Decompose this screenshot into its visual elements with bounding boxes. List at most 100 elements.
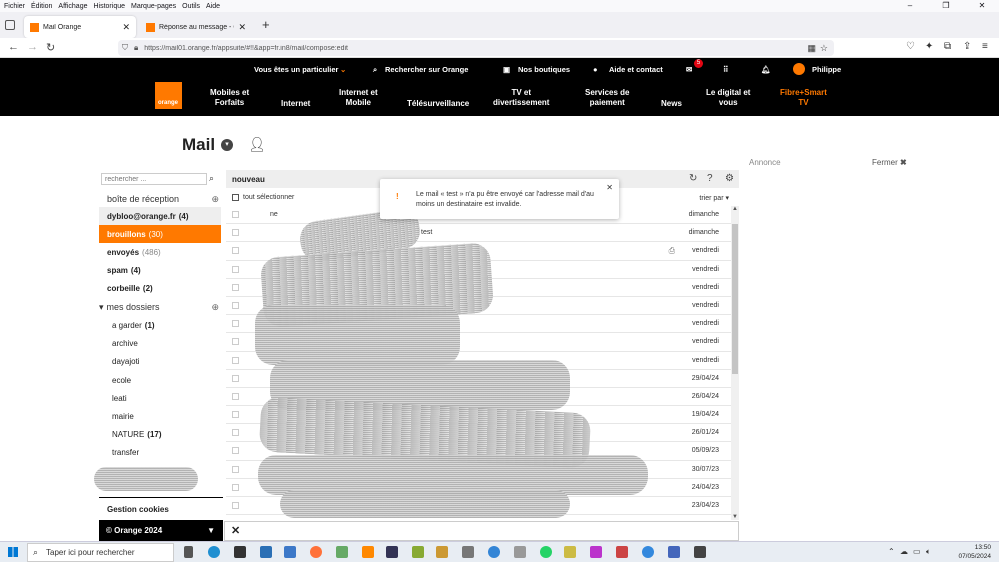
app-icon[interactable] — [412, 546, 424, 558]
nav-tv[interactable]: TV et divertissement — [493, 88, 549, 108]
app-icon[interactable] — [436, 546, 448, 558]
menu-affichage[interactable]: Affichage — [58, 3, 87, 10]
row-checkbox[interactable] — [232, 320, 239, 328]
app-icon[interactable] — [668, 546, 680, 558]
particulier-link[interactable]: Vous êtes un particulier — [254, 65, 338, 74]
hamburger-menu-icon[interactable]: ≡ — [982, 41, 988, 52]
sidebar-item-account[interactable]: dybloo@orange.fr (4) — [99, 207, 221, 225]
sidebar-item-envoyes[interactable]: envoyés (486) — [99, 243, 221, 261]
sidebar-item-dayajoti[interactable]: dayajoti — [99, 352, 221, 370]
row-checkbox[interactable] — [232, 338, 239, 346]
puzzle-icon[interactable]: ⧉ — [944, 41, 951, 52]
app-icon[interactable] — [488, 546, 500, 558]
network-icon[interactable]: ▭ — [913, 547, 921, 556]
tab-mail-orange[interactable]: Mail Orange ✕ — [24, 16, 136, 38]
add-folder-icon[interactable]: ⊕ — [211, 194, 219, 205]
app-icon[interactable] — [514, 546, 526, 558]
row-checkbox[interactable] — [232, 392, 239, 400]
row-checkbox[interactable] — [232, 447, 239, 455]
nav-mobiles[interactable]: Mobiles et Forfaits — [210, 88, 249, 108]
pocket-icon[interactable]: ♡ — [906, 41, 915, 52]
avatar[interactable] — [793, 63, 805, 75]
fermer-button[interactable]: Fermer ✖ — [872, 158, 907, 167]
sidebar-item-transfer[interactable]: transfer — [99, 443, 221, 461]
copyright-bar[interactable]: © Orange 2024 ▼ — [99, 520, 223, 541]
forward-icon[interactable]: → — [27, 41, 38, 53]
app-icon[interactable] — [642, 546, 654, 558]
menu-marque-pages[interactable]: Marque-pages — [131, 3, 176, 10]
help-icon[interactable]: ? — [707, 173, 713, 184]
app-icon[interactable] — [590, 546, 602, 558]
mes-dossiers-header[interactable]: ▾ mes dossiers ⊕ — [99, 298, 221, 316]
chevron-down-icon[interactable]: ▼ — [207, 520, 215, 541]
restore-icon[interactable]: ❐ — [931, 0, 961, 12]
menu-fichier[interactable]: Fichier — [4, 3, 25, 10]
menu-aide[interactable]: Aide — [206, 3, 220, 10]
back-icon[interactable]: ← — [8, 41, 19, 53]
menu-edition[interactable]: Édition — [31, 3, 52, 10]
row-checkbox[interactable] — [232, 229, 239, 237]
row-checkbox[interactable] — [232, 301, 239, 309]
app-icon[interactable] — [386, 546, 398, 558]
chevron-down-icon[interactable]: ⌄ — [340, 65, 346, 74]
tab-reponse-message[interactable]: Réponse au message - Comm ✕ — [140, 16, 252, 38]
inbox-header[interactable]: boîte de réception ⊕ — [99, 190, 221, 208]
search-input[interactable] — [101, 173, 207, 185]
taskbar-search[interactable]: ⌕ Taper ici pour rechercher — [27, 543, 174, 562]
row-checkbox[interactable] — [232, 374, 239, 382]
close-icon[interactable]: ✕ — [231, 524, 240, 537]
minimize-icon[interactable]: – — [895, 0, 925, 12]
nav-fibre-smart-tv[interactable]: Fibre+Smart TV — [780, 88, 827, 108]
windows-start-icon[interactable] — [8, 547, 18, 557]
share-icon[interactable]: ⇪ — [963, 41, 971, 52]
tray-icon[interactable]: ☁ — [900, 547, 908, 556]
extension-icon[interactable]: ✦ — [925, 41, 933, 52]
row-checkbox[interactable] — [232, 265, 239, 273]
add-folder-icon[interactable]: ⊕ — [211, 302, 219, 313]
url-input[interactable] — [144, 44, 705, 52]
nav-paiement[interactable]: Services de paiement — [585, 88, 629, 108]
tray-up-icon[interactable]: ⌃ — [888, 547, 895, 556]
row-checkbox[interactable] — [232, 483, 239, 491]
row-checkbox[interactable] — [232, 465, 239, 473]
taskbar-clock[interactable]: 13:50 07/05/2024 — [958, 543, 991, 561]
sidebar-item-leati[interactable]: leati — [99, 389, 221, 407]
row-checkbox[interactable] — [232, 283, 239, 291]
row-checkbox[interactable] — [232, 247, 239, 255]
close-tab-icon[interactable]: ✕ — [122, 22, 130, 33]
gestion-cookies-link[interactable]: Gestion cookies — [107, 505, 169, 514]
nav-telesurveillance[interactable]: Télésurveillance — [407, 99, 469, 109]
search-orange-link[interactable]: Rechercher sur Orange — [385, 65, 468, 74]
calculator-icon[interactable] — [462, 546, 474, 558]
qr-icon[interactable]: ▦ — [807, 43, 816, 54]
edge-icon[interactable] — [208, 546, 220, 558]
lock-icon[interactable]: 🔒︎ — [134, 43, 138, 53]
mail-app-icon[interactable] — [284, 546, 296, 558]
apps-grid-icon[interactable]: ⠿ — [723, 65, 729, 74]
scrollbar[interactable]: ▲ ▼ — [731, 206, 739, 520]
menu-historique[interactable]: Historique — [93, 3, 125, 10]
app-icon[interactable] — [694, 546, 706, 558]
search-icon[interactable]: ⌕ — [373, 65, 377, 75]
row-checkbox[interactable] — [232, 429, 239, 437]
sidebar-item-mairie[interactable]: mairie — [99, 407, 221, 425]
row-checkbox[interactable] — [232, 502, 239, 509]
sidebar-item-a-garder[interactable]: a garder (1) — [99, 316, 221, 334]
user-name[interactable]: Philippe — [812, 65, 841, 74]
app-icon[interactable] — [336, 546, 348, 558]
vlc-icon[interactable] — [362, 546, 374, 558]
sort-dropdown[interactable]: trier par ▾ — [699, 194, 729, 202]
volume-icon[interactable]: 🔈︎ — [926, 547, 931, 557]
boutiques-link[interactable]: Nos boutiques — [518, 65, 570, 74]
nav-internet-mobile[interactable]: Internet et Mobile — [339, 88, 378, 108]
shield-icon[interactable]: ⛉ — [122, 43, 128, 53]
firefox-icon[interactable] — [310, 546, 322, 558]
select-all-label[interactable]: tout sélectionner — [243, 194, 294, 201]
app-icon[interactable] — [564, 546, 576, 558]
gear-icon[interactable]: ⚙ — [725, 173, 734, 184]
sidebar-item-brouillons[interactable]: brouillons (30) — [99, 225, 221, 243]
nav-news[interactable]: News — [661, 99, 682, 109]
close-tab-icon[interactable]: ✕ — [238, 22, 246, 33]
mail-icon[interactable]: ✉ — [686, 65, 692, 74]
row-checkbox[interactable] — [232, 411, 239, 419]
